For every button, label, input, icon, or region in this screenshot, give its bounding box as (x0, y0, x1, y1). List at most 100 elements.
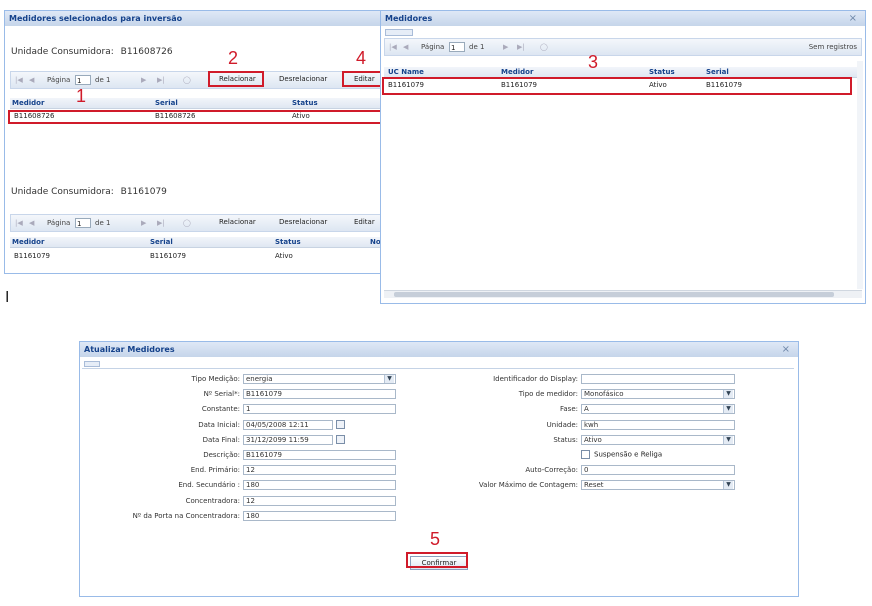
editar-button[interactable]: Editar (354, 218, 375, 226)
chevron-down-icon[interactable]: ▼ (384, 375, 394, 383)
select-field[interactable]: Reset ▼ (581, 480, 735, 491)
calendar-icon[interactable] (336, 434, 345, 444)
next-page-icon[interactable]: ▶ (141, 219, 146, 227)
field-label: Constante: (201, 405, 240, 414)
relacionar-button[interactable]: Relacionar (219, 218, 256, 226)
field-label: End. Primário: (190, 466, 240, 475)
field-value: 180 (246, 481, 260, 490)
last-page-icon[interactable]: ▶| (517, 43, 525, 51)
chevron-down-icon[interactable]: ▼ (723, 481, 733, 490)
calendar-icon[interactable] (336, 419, 345, 429)
field-label: Auto-Correção: (525, 466, 578, 475)
text-field[interactable]: 12 (243, 465, 396, 476)
page-label: Página (47, 76, 71, 84)
date-field[interactable]: 04/05/2008 12:11 (243, 419, 333, 430)
last-page-icon[interactable]: ▶| (157, 76, 165, 84)
col-serial[interactable]: Serial (150, 238, 173, 246)
scroll-thumb[interactable] (394, 292, 834, 297)
chevron-down-icon[interactable]: ▼ (723, 390, 733, 399)
text-field[interactable]: 1 (243, 404, 396, 415)
prev-page-icon[interactable]: ◀ (29, 219, 34, 227)
suspensao-religa-checkbox[interactable]: Suspensão e Religa (581, 450, 662, 459)
checkbox-label: Suspensão e Religa (594, 450, 663, 459)
prev-page-icon[interactable]: ◀ (29, 76, 34, 84)
select-field[interactable]: A ▼ (581, 404, 735, 415)
toolbar-1: |◀ ◀ Página 1 de 1 ▶ ▶| ◯ Relacionar Des… (10, 71, 382, 89)
marker-4: 4 (356, 48, 367, 68)
field-value: kwh (584, 420, 599, 429)
last-page-icon[interactable]: ▶| (157, 219, 165, 227)
desrelacionar-button[interactable]: Desrelacionar (279, 75, 327, 83)
text-field[interactable]: 0 (581, 465, 735, 476)
field-label: Concentradora: (185, 496, 240, 505)
field-value: 12 (246, 496, 255, 505)
field-label: End. Secundário : (178, 481, 240, 490)
refresh-icon[interactable]: ◯ (540, 43, 548, 51)
select-field[interactable]: Monofásico ▼ (581, 389, 735, 400)
desrelacionar-button[interactable]: Desrelacionar (279, 218, 327, 226)
close-icon[interactable]: × (782, 344, 790, 355)
next-page-icon[interactable]: ▶ (141, 76, 146, 84)
select-field[interactable]: Ativo ▼ (581, 434, 735, 445)
first-page-icon[interactable]: |◀ (15, 76, 23, 84)
col-status[interactable]: Status (275, 238, 301, 246)
field-value: 31/12/2099 11:59 (246, 435, 309, 444)
checkbox-box[interactable] (581, 450, 590, 459)
field-label: Descrição: (203, 451, 240, 459)
page-of-label: de 1 (469, 43, 485, 51)
col-status[interactable]: Status (292, 99, 318, 107)
text-field[interactable]: B1161079 (243, 389, 396, 400)
first-page-icon[interactable]: |◀ (389, 43, 397, 51)
date-field[interactable]: 31/12/2099 11:59 (243, 434, 333, 445)
text-field[interactable]: B1161079 (243, 450, 396, 460)
field-value: 12 (246, 466, 255, 475)
unit-value: B1161079 (120, 187, 167, 197)
marker-1: 1 (76, 86, 87, 106)
text-field[interactable]: 180 (243, 480, 396, 491)
refresh-icon[interactable]: ◯ (183, 76, 191, 84)
toolbar-2: |◀ ◀ Página 1 de 1 ▶ ▶| ◯ Relacionar Des… (10, 214, 382, 232)
page-input[interactable]: 1 (75, 75, 91, 85)
text-field[interactable]: 12 (243, 495, 396, 506)
chevron-down-icon[interactable]: ▼ (723, 405, 733, 414)
unit-label-2: Unidade Consumidora: B1161079 (11, 187, 167, 197)
field-value: 180 (246, 511, 260, 520)
page-label: Página (47, 219, 71, 227)
dialog-title: Atualizar Medidores (80, 342, 798, 357)
page-of-label: de 1 (95, 219, 111, 227)
first-page-icon[interactable]: |◀ (15, 219, 23, 227)
col-status[interactable]: Status (649, 68, 675, 76)
unit-value: B11608726 (120, 47, 173, 57)
text-field[interactable] (581, 374, 735, 384)
select-field[interactable]: energia ▼ (243, 374, 396, 384)
window-toolbar: |◀ ◀ Página 1 de 1 ▶ ▶| ◯ Sem registros (384, 38, 862, 56)
close-icon[interactable]: × (849, 13, 857, 24)
chevron-down-icon[interactable]: ▼ (723, 435, 733, 444)
field-value: 0 (584, 466, 589, 475)
text-field[interactable]: 180 (243, 510, 396, 521)
table-row[interactable]: B1161079 B1161079 Ativo (10, 250, 382, 262)
prev-page-icon[interactable]: ◀ (403, 43, 408, 51)
tab-strip (84, 361, 100, 367)
field-label: Fase: (560, 405, 578, 414)
highlight-editar (342, 71, 382, 87)
field-label: Status: (553, 435, 578, 444)
col-serial[interactable]: Serial (155, 99, 178, 107)
page-input[interactable]: 1 (75, 218, 91, 228)
field-label: Data Inicial: (198, 420, 240, 429)
col-medidor[interactable]: Medidor (12, 99, 44, 107)
cell-status: Ativo (275, 252, 293, 260)
col-medidor[interactable]: Medidor (501, 68, 533, 76)
next-page-icon[interactable]: ▶ (503, 43, 508, 51)
field-value: Monofásico (584, 390, 624, 399)
horizontal-scrollbar[interactable] (384, 290, 862, 298)
page-input[interactable]: 1 (449, 42, 465, 52)
col-uc-name[interactable]: UC Name (388, 68, 424, 76)
field-label: Tipo Medição: (191, 375, 240, 383)
col-serial[interactable]: Serial (706, 68, 729, 76)
refresh-icon[interactable]: ◯ (183, 219, 191, 227)
vertical-scrollbar[interactable] (857, 61, 863, 289)
col-medidor[interactable]: Medidor (12, 238, 44, 246)
grid-header-1: Medidor Serial Status (10, 98, 382, 109)
text-field[interactable]: kwh (581, 419, 735, 430)
